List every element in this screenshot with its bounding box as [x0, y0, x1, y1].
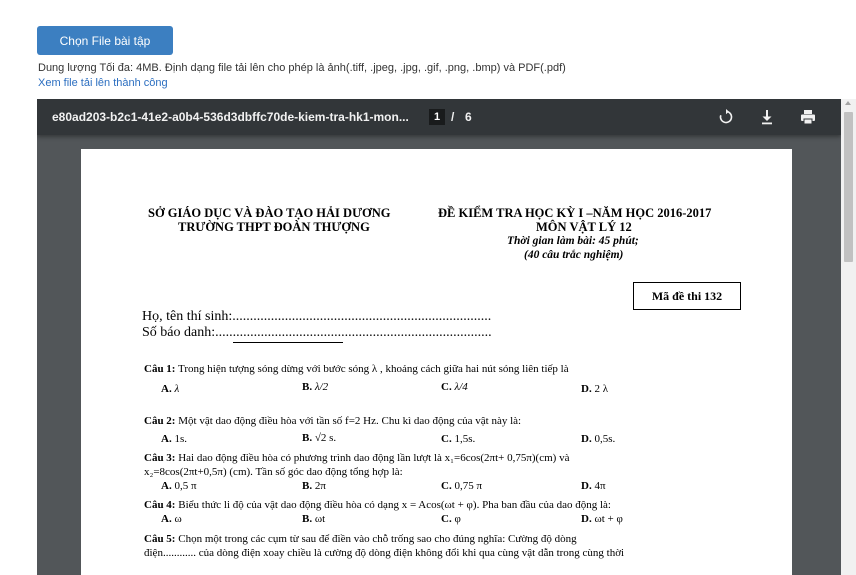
- question-5-continued: điện............ của dòng điện xoay chiề…: [144, 547, 625, 559]
- answer-b: B. √2 s.: [302, 432, 337, 444]
- exam-code: Mã đề thi 132: [651, 288, 723, 303]
- answer-a: A. 1s.: [161, 433, 187, 445]
- exam-code-box: Mã đề thi 132: [633, 282, 741, 310]
- print-icon[interactable]: [799, 108, 817, 126]
- question-count: (40 câu trắc nghiệm): [524, 249, 624, 261]
- question-5: Câu 5: Chọn một trong các cụm từ sau để …: [144, 533, 577, 545]
- page-separator: /: [451, 110, 455, 124]
- question-text: Hai dao động điều hòa có phương trình da…: [175, 452, 570, 464]
- question-2: Câu 2: Một vật dao động điều hòa với tần…: [144, 415, 521, 427]
- answer-d: D. ωt + φ: [581, 513, 623, 525]
- document-title: e80ad203-b2c1-41e2-a0b4-536d3dbffc70de-k…: [52, 110, 409, 124]
- download-icon[interactable]: [758, 108, 776, 126]
- question-text: Biểu thức li độ của vật dao động điều hò…: [175, 499, 611, 511]
- upload-hint: Dung lượng Tối đa: 4MB. Định dạng file t…: [38, 62, 566, 74]
- question-text: Chọn một trong các cụm từ sau để điền và…: [175, 533, 577, 545]
- question-number: Câu 2:: [144, 415, 176, 427]
- scroll-up-icon[interactable]: [845, 101, 851, 105]
- answer-d: D. 4π: [581, 480, 606, 492]
- answer-a: A. 0,5 π: [161, 480, 197, 492]
- question-1: Câu 1: Trong hiện tượng sóng dừng với bư…: [144, 363, 569, 375]
- answer-d: D. 0,5s.: [581, 433, 616, 445]
- view-upload-link[interactable]: Xem file tải lên thành công: [38, 77, 168, 89]
- answer-c: C. λ/4: [441, 381, 468, 393]
- question-number: Câu 1:: [144, 363, 176, 375]
- answer-a: A. λ: [161, 383, 180, 395]
- candidate-name-line: Họ, tên thí sinh:.......................…: [142, 309, 492, 324]
- left-header-line-1: SỞ GIÁO DỤC VÀ ĐÀO TẠO HẢI DƯƠNG: [148, 206, 391, 220]
- question-number: Câu 4:: [144, 499, 176, 511]
- total-pages: 6: [465, 110, 472, 124]
- scrollbar-thumb[interactable]: [844, 112, 853, 262]
- answer-b: B. 2π: [302, 480, 326, 492]
- question-number: Câu 5:: [144, 533, 176, 545]
- page-number-input[interactable]: 1: [429, 109, 445, 125]
- answer-d: D. 2 λ: [581, 383, 609, 395]
- pdf-toolbar: e80ad203-b2c1-41e2-a0b4-536d3dbffc70de-k…: [37, 99, 841, 135]
- answer-c: C. φ: [441, 513, 461, 525]
- choose-file-button[interactable]: Chọn File bài tập: [37, 26, 173, 55]
- question-number: Câu 3:: [144, 452, 176, 464]
- header-underline: [233, 342, 343, 343]
- answer-b: B. λ/2: [302, 381, 329, 393]
- question-4: Câu 4: Biểu thức li độ của vật dao động …: [144, 499, 611, 511]
- pdf-page: SỞ GIÁO DỤC VÀ ĐÀO TẠO HẢI DƯƠNG TRƯỜNG …: [81, 149, 792, 575]
- answer-a: A. ω: [161, 513, 182, 525]
- pdf-viewer: e80ad203-b2c1-41e2-a0b4-536d3dbffc70de-k…: [37, 99, 841, 575]
- right-header-line-1: ĐỀ KIỂM TRA HỌC KỲ I –NĂM HỌC 2016-2017: [438, 206, 712, 220]
- left-header-line-2: TRƯỜNG THPT ĐOÀN THƯỢNG: [178, 220, 370, 234]
- right-header-line-2: MÔN VẬT LÝ 12: [536, 220, 632, 234]
- question-3-continued: x₂=8cos(2πt+0,5π) (cm). Tần số góc dao đ…: [144, 466, 403, 478]
- answer-c: C. 0,75 π: [441, 480, 483, 492]
- question-text: Trong hiện tượng sóng dừng với bước sóng…: [175, 363, 569, 375]
- answer-b: B. ωt: [302, 513, 326, 525]
- answer-c: C. 1,5s.: [441, 433, 476, 445]
- question-text: Một vật dao động điều hòa với tần số f=2…: [175, 415, 522, 427]
- candidate-id-line: Số báo danh:............................…: [142, 325, 492, 340]
- exam-time: Thời gian làm bài: 45 phút;: [507, 235, 639, 247]
- rotate-icon[interactable]: [717, 108, 735, 126]
- question-3: Câu 3: Hai dao động điều hòa có phương t…: [144, 452, 569, 464]
